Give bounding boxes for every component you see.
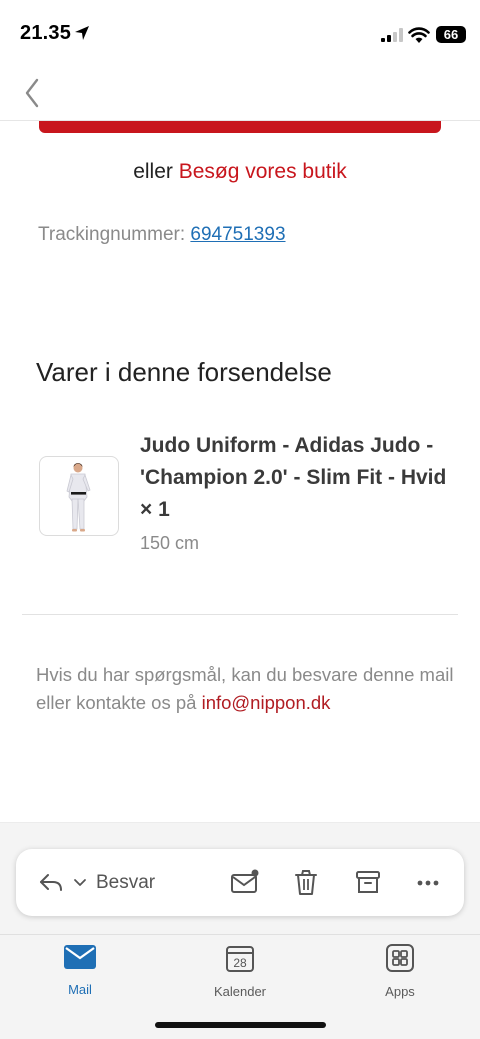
battery-indicator: 66 — [436, 26, 466, 43]
message-action-bar: Besvar — [16, 849, 464, 916]
tab-mail[interactable]: Mail — [30, 943, 130, 997]
contact-email-link[interactable]: info@nippon.dk — [202, 692, 331, 713]
visit-store-line: eller Besøg vores butik — [0, 160, 480, 184]
calendar-icon: 28 — [226, 946, 254, 972]
wifi-icon — [408, 27, 430, 43]
tracking-number-link[interactable]: 694751393 — [190, 224, 285, 245]
calendar-day: 28 — [233, 956, 247, 970]
judo-uniform-image — [66, 463, 91, 532]
tracking-line: Trackingnummer: 694751393 — [38, 224, 286, 246]
tab-mail-label: Mail — [68, 982, 92, 997]
tab-calendar[interactable]: 28 Kalender — [190, 943, 290, 999]
status-bar: 21.35 66 — [0, 0, 480, 70]
trash-icon[interactable] — [293, 869, 319, 897]
reply-label: Besvar — [96, 872, 156, 893]
reply-icon — [40, 874, 62, 891]
section-title: Varer i denne forsendelse — [36, 357, 332, 387]
reply-button[interactable]: Besvar — [38, 867, 155, 899]
product-size: 150 cm — [140, 533, 200, 553]
mark-unread-icon[interactable] — [230, 869, 260, 895]
mail-icon — [64, 945, 96, 969]
tab-apps-label: Apps — [385, 984, 415, 999]
cellular-signal-icon — [381, 28, 403, 42]
status-time: 21.35 — [20, 22, 72, 44]
location-arrow-icon — [75, 26, 89, 40]
chevron-down-icon[interactable] — [72, 877, 88, 889]
tab-calendar-label: Kalender — [213, 984, 267, 999]
tab-apps[interactable]: Apps — [350, 943, 450, 999]
mail-screen: 21.35 66 eller Besøg vores butik Trackin… — [0, 0, 480, 1039]
product-image — [39, 456, 119, 536]
more-options-icon[interactable] — [416, 879, 440, 887]
back-chevron-icon[interactable] — [20, 74, 46, 112]
visit-prefix: eller — [133, 160, 173, 183]
archive-icon[interactable] — [355, 869, 381, 895]
content-divider — [22, 614, 458, 615]
apps-icon — [386, 944, 414, 972]
tracking-label: Trackingnummer: — [38, 224, 186, 245]
help-text: Hvis du har spørgsmål, kan du besvare de… — [36, 661, 456, 717]
home-indicator — [155, 1022, 326, 1028]
visit-store-link[interactable]: Besøg vores butik — [179, 160, 347, 183]
order-status-button[interactable] — [39, 121, 441, 133]
product-name: Judo Uniform - Adidas Judo - 'Champion 2… — [140, 434, 447, 521]
